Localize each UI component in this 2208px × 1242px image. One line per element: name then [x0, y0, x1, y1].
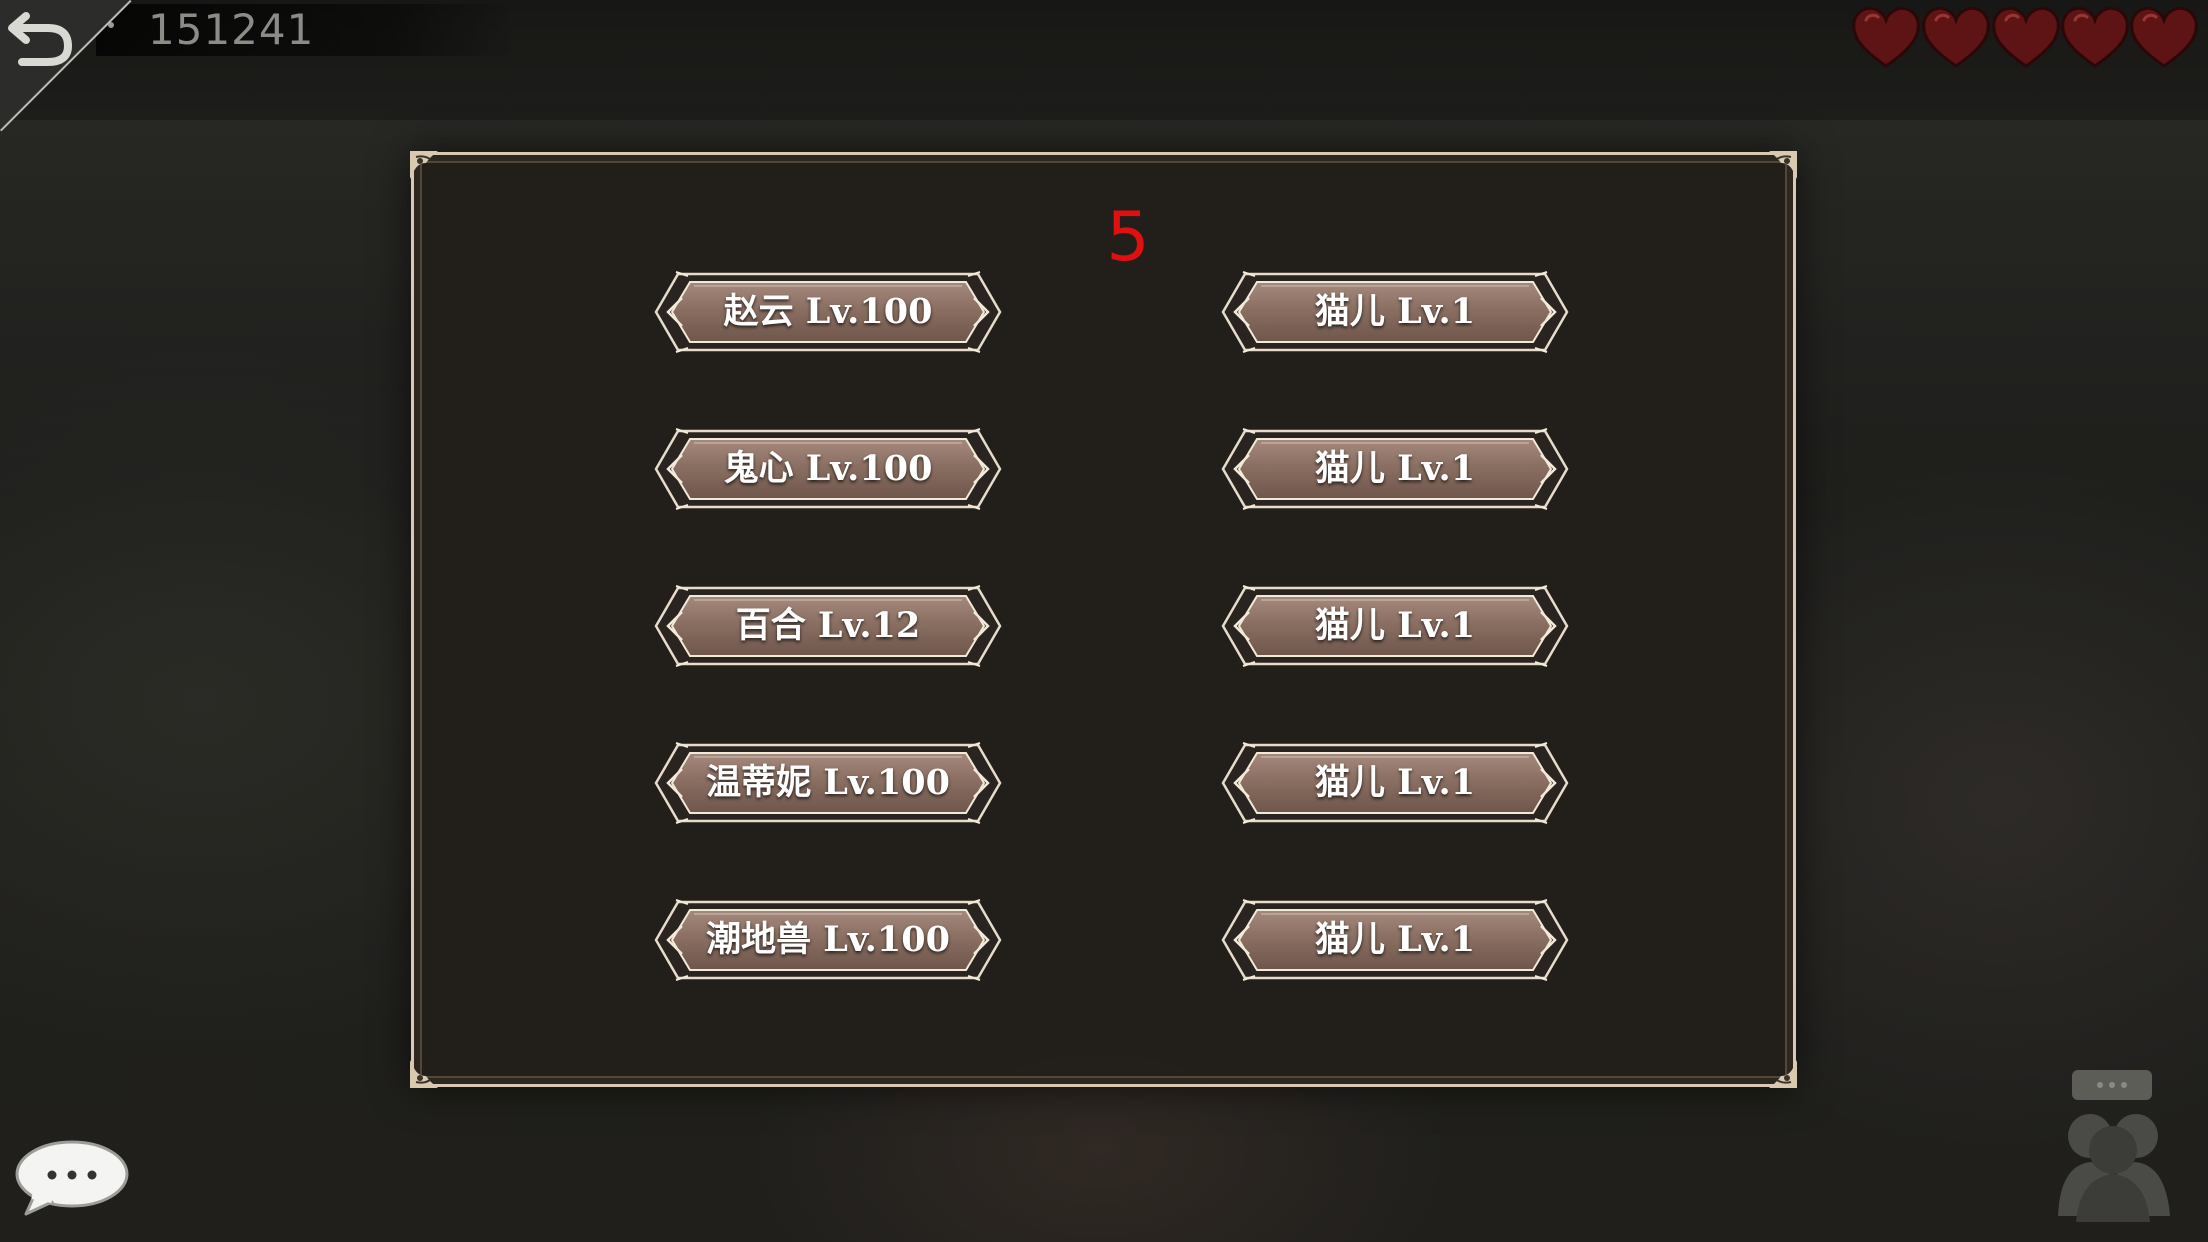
slot-label: 百合 Lv.12: [735, 605, 921, 646]
right-team-slot-button[interactable]: 猫儿 Lv.1: [1221, 582, 1569, 670]
right-team-slot-button[interactable]: 猫儿 Lv.1: [1221, 268, 1569, 356]
slot-label: 猫儿 Lv.1: [1314, 291, 1476, 332]
slot-label: 猫儿 Lv.1: [1314, 605, 1476, 646]
slot-label: 猫儿 Lv.1: [1314, 762, 1476, 803]
player-id: 151241: [148, 5, 315, 54]
lives-hearts: [1850, 4, 2204, 70]
slot-label: 鬼心 Lv.100: [723, 448, 933, 489]
friends-icon: [2058, 1070, 2170, 1222]
corner-ornament: [1745, 149, 1799, 203]
left-team-slot-button[interactable]: 鬼心 Lv.100: [654, 425, 1002, 513]
slot-label: 潮地兽 Lv.100: [706, 919, 950, 960]
friends-button[interactable]: [2054, 1066, 2174, 1226]
slot-label: 赵云 Lv.100: [723, 291, 933, 332]
back-arrow-icon[interactable]: [8, 6, 74, 68]
slot-label: 温蒂妮 Lv.100: [706, 762, 950, 803]
team-compare-dialog: [408, 149, 1799, 1090]
heart-icon: [2128, 4, 2200, 70]
left-team-slot-button[interactable]: 赵云 Lv.100: [654, 268, 1002, 356]
left-team-slot-button[interactable]: 潮地兽 Lv.100: [654, 896, 1002, 984]
corner-ornament: [408, 1036, 462, 1090]
chat-button[interactable]: [12, 1138, 130, 1218]
corner-ornament: [1745, 1036, 1799, 1090]
heart-icon: [1920, 4, 1992, 70]
slot-label: 猫儿 Lv.1: [1314, 448, 1476, 489]
slot-label: 猫儿 Lv.1: [1314, 919, 1476, 960]
left-team-slot-button[interactable]: 百合 Lv.12: [654, 582, 1002, 670]
left-team-slot-button[interactable]: 温蒂妮 Lv.100: [654, 739, 1002, 827]
heart-icon: [2059, 4, 2131, 70]
heart-icon: [1850, 4, 1922, 70]
right-team-slot-button[interactable]: 猫儿 Lv.1: [1221, 425, 1569, 513]
right-team-slot-button[interactable]: 猫儿 Lv.1: [1221, 739, 1569, 827]
heart-icon: [1990, 4, 2062, 70]
corner-ornament: [408, 149, 462, 203]
right-team-slot-button[interactable]: 猫儿 Lv.1: [1221, 896, 1569, 984]
round-counter: 5: [1106, 198, 1150, 277]
chat-bubble-icon: [15, 1140, 129, 1216]
